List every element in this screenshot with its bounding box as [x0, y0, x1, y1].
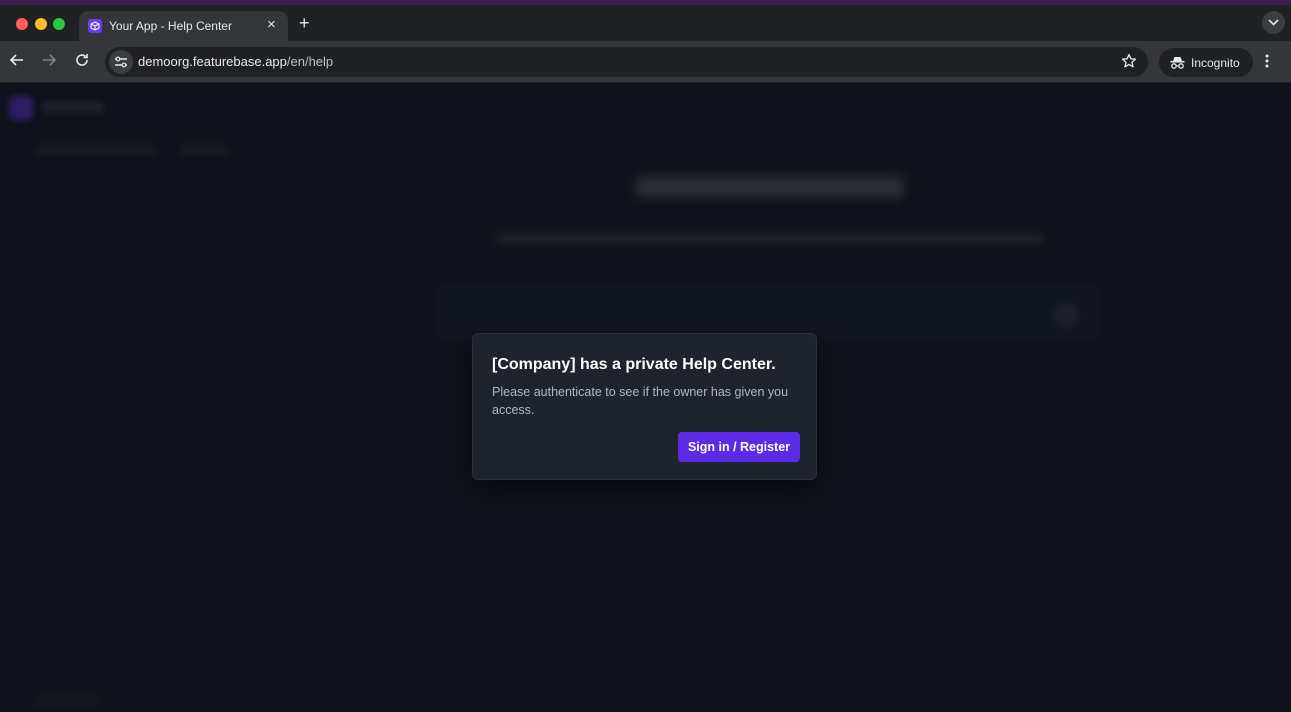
hero-title-blurred: [636, 176, 904, 198]
forward-arrow-icon[interactable]: [42, 53, 56, 67]
hero-subtitle-blurred: [496, 234, 1044, 244]
dialog-message: Please authenticate to see if the owner …: [492, 385, 789, 417]
nav-link-blurred: [34, 144, 158, 156]
maximize-window-button[interactable]: [53, 18, 65, 30]
back-arrow-icon[interactable]: [10, 53, 24, 67]
footer-blurred: [34, 696, 98, 706]
tab-search-button[interactable]: [1262, 11, 1285, 34]
nav-link-blurred: [180, 144, 230, 156]
incognito-label: Incognito: [1191, 56, 1240, 70]
company-logo: [9, 96, 33, 120]
site-info-button[interactable]: [109, 50, 133, 74]
url-domain: demoorg.featurebase.app: [138, 54, 287, 69]
chevron-down-icon: [1268, 19, 1279, 26]
close-icon[interactable]: ×: [267, 17, 276, 33]
url-text[interactable]: demoorg.featurebase.app/en/help: [138, 54, 333, 69]
plus-icon[interactable]: +: [299, 14, 310, 32]
sign-in-register-button[interactable]: Sign in / Register: [678, 432, 800, 462]
url-path: /en/help: [286, 54, 334, 69]
minimize-window-button[interactable]: [35, 18, 47, 30]
search-bar-blurred: [438, 284, 1098, 340]
company-name-blurred: [42, 101, 104, 113]
reload-icon[interactable]: [75, 53, 89, 67]
incognito-indicator[interactable]: Incognito: [1159, 48, 1253, 77]
browser-toolbar: demoorg.featurebase.app/en/help Incognit…: [0, 41, 1291, 83]
tune-icon: [115, 56, 127, 68]
search-icon: [1053, 302, 1079, 328]
close-window-button[interactable]: [16, 18, 28, 30]
tab-help-center[interactable]: Your App - Help Center ×: [79, 11, 288, 41]
star-icon[interactable]: [1121, 53, 1137, 69]
address-bar[interactable]: demoorg.featurebase.app/en/help: [105, 47, 1148, 77]
cube-icon: [88, 19, 102, 33]
dialog-title: [Company] has a private Help Center.: [492, 356, 776, 373]
kebab-icon[interactable]: [1265, 54, 1269, 68]
incognito-icon: [1170, 57, 1185, 69]
tab-strip: Your App - Help Center × +: [0, 5, 1291, 41]
private-help-center-dialog: [Company] has a private Help Center. Ple…: [472, 333, 817, 480]
tab-title: Your App - Help Center: [109, 19, 232, 33]
